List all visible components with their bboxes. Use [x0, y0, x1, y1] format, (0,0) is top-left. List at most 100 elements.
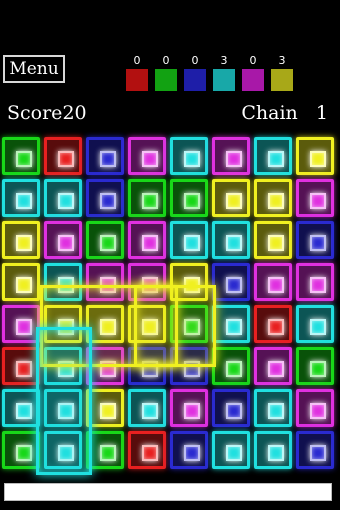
tile[interactable]: [296, 389, 334, 427]
counter-swatch: [271, 69, 293, 91]
tile-core: [310, 403, 326, 419]
tile[interactable]: [2, 431, 40, 469]
tile[interactable]: [128, 263, 166, 301]
tile[interactable]: [254, 221, 292, 259]
tile[interactable]: [170, 263, 208, 301]
tile[interactable]: [44, 221, 82, 259]
tile[interactable]: [170, 137, 208, 175]
tile[interactable]: [86, 305, 124, 343]
tile[interactable]: [296, 431, 334, 469]
counter-swatch: [213, 69, 235, 91]
tile[interactable]: [128, 347, 166, 385]
tile[interactable]: [128, 305, 166, 343]
game-board[interactable]: [0, 135, 340, 475]
tile[interactable]: [254, 305, 292, 343]
tile-core: [16, 319, 32, 335]
tile-core: [268, 319, 284, 335]
menu-button[interactable]: Menu: [3, 55, 65, 83]
tile[interactable]: [170, 221, 208, 259]
tile[interactable]: [128, 179, 166, 217]
tile[interactable]: [86, 137, 124, 175]
tile[interactable]: [296, 179, 334, 217]
tile-core: [268, 151, 284, 167]
tile-core: [184, 193, 200, 209]
tile[interactable]: [170, 347, 208, 385]
tile-core: [226, 403, 242, 419]
tile-core: [58, 445, 74, 461]
counter-value: 0: [162, 54, 170, 67]
tile[interactable]: [86, 347, 124, 385]
tile-core: [310, 193, 326, 209]
tile[interactable]: [128, 389, 166, 427]
tile[interactable]: [212, 389, 250, 427]
tile[interactable]: [296, 347, 334, 385]
tile[interactable]: [128, 431, 166, 469]
tile[interactable]: [86, 221, 124, 259]
tile[interactable]: [86, 263, 124, 301]
tile[interactable]: [2, 389, 40, 427]
tile-core: [58, 361, 74, 377]
chain-value: 1: [315, 102, 328, 124]
tile[interactable]: [170, 305, 208, 343]
color-counter: 0: [184, 54, 206, 91]
tile[interactable]: [2, 179, 40, 217]
tile-core: [142, 319, 158, 335]
tile[interactable]: [212, 179, 250, 217]
tile[interactable]: [170, 431, 208, 469]
tile[interactable]: [212, 431, 250, 469]
tile[interactable]: [212, 305, 250, 343]
tile[interactable]: [212, 347, 250, 385]
tile[interactable]: [254, 137, 292, 175]
tile[interactable]: [2, 263, 40, 301]
tile[interactable]: [44, 347, 82, 385]
tile[interactable]: [86, 389, 124, 427]
tile-core: [226, 235, 242, 251]
tile-core: [58, 193, 74, 209]
tile[interactable]: [44, 305, 82, 343]
tile[interactable]: [128, 137, 166, 175]
tile[interactable]: [44, 137, 82, 175]
tile-core: [310, 235, 326, 251]
tile[interactable]: [44, 179, 82, 217]
tile[interactable]: [254, 263, 292, 301]
chain-label: Chain: [241, 102, 298, 124]
tile-core: [184, 277, 200, 293]
tile[interactable]: [86, 179, 124, 217]
tile[interactable]: [254, 389, 292, 427]
tile-core: [226, 151, 242, 167]
tile[interactable]: [254, 431, 292, 469]
tile[interactable]: [44, 389, 82, 427]
tile[interactable]: [296, 263, 334, 301]
tile-core: [142, 193, 158, 209]
score-display: Score20: [7, 102, 87, 124]
tile-core: [58, 151, 74, 167]
tile-core: [184, 319, 200, 335]
tile-core: [100, 151, 116, 167]
tile[interactable]: [296, 305, 334, 343]
tile-core: [226, 319, 242, 335]
tile[interactable]: [44, 263, 82, 301]
tile[interactable]: [170, 179, 208, 217]
tile[interactable]: [170, 389, 208, 427]
tile[interactable]: [128, 221, 166, 259]
tile[interactable]: [2, 347, 40, 385]
tile[interactable]: [254, 347, 292, 385]
tile[interactable]: [2, 305, 40, 343]
tile-core: [184, 361, 200, 377]
tile[interactable]: [2, 221, 40, 259]
tile[interactable]: [212, 263, 250, 301]
chain-display: Chain 1: [241, 102, 328, 124]
tile[interactable]: [212, 221, 250, 259]
tile[interactable]: [44, 431, 82, 469]
tile[interactable]: [86, 431, 124, 469]
color-counter: 0: [242, 54, 264, 91]
tile[interactable]: [296, 137, 334, 175]
tile[interactable]: [2, 137, 40, 175]
tile-core: [226, 277, 242, 293]
tile-core: [226, 445, 242, 461]
tile[interactable]: [296, 221, 334, 259]
tile[interactable]: [212, 137, 250, 175]
tile-core: [100, 235, 116, 251]
tile-core: [310, 361, 326, 377]
tile[interactable]: [254, 179, 292, 217]
